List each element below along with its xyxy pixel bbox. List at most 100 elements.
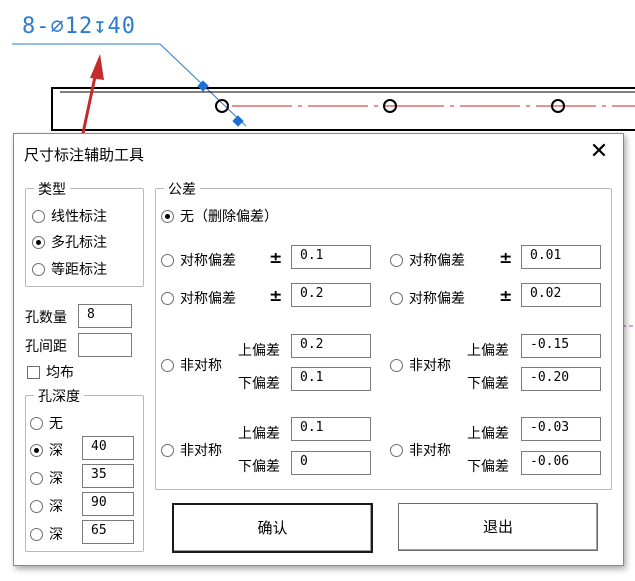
radio-icon[interactable]	[390, 443, 403, 457]
symmetric-option-3[interactable]: 对称偏差	[161, 288, 236, 308]
checkbox-icon[interactable]	[27, 365, 40, 379]
even-distribute-checkbox[interactable]: 均布	[27, 362, 74, 382]
asym-3-upper-input[interactable]: 0.1	[291, 417, 371, 441]
upper-deviation-label: 上偏差	[467, 343, 509, 359]
asym-3-lower-input[interactable]: 0	[291, 451, 371, 475]
plus-minus-symbol: ±	[499, 286, 513, 305]
plus-minus-symbol: ±	[269, 248, 283, 267]
asym-4-lower-input[interactable]: -0.06	[521, 451, 601, 475]
type-option-label: 线性标注	[51, 209, 107, 225]
annotation-arrow-head	[90, 54, 104, 80]
hole-marker	[215, 99, 229, 113]
radio-icon[interactable]	[32, 209, 45, 223]
asymmetric-label: 非对称	[409, 358, 451, 374]
lower-deviation-label: 下偏差	[467, 376, 509, 392]
hole-count-input[interactable]: 8	[78, 304, 132, 328]
radio-icon[interactable]	[30, 416, 43, 430]
symmetric-option-2[interactable]: 对称偏差	[390, 250, 465, 270]
depth-option-1[interactable]: 深	[30, 440, 63, 460]
asymmetric-option-2[interactable]: 非对称	[390, 355, 451, 375]
depth-group-title: 孔深度	[34, 386, 84, 406]
even-distribute-label: 均布	[46, 365, 74, 381]
radio-icon[interactable]	[161, 291, 174, 305]
symmetric-option-1[interactable]: 对称偏差	[161, 250, 236, 270]
depth-option-2[interactable]: 深	[30, 468, 63, 488]
symmetric-option-4[interactable]: 对称偏差	[390, 288, 465, 308]
depth-input-2[interactable]: 35	[82, 464, 134, 488]
lower-deviation-label: 下偏差	[238, 376, 280, 392]
radio-icon[interactable]	[390, 358, 403, 372]
close-button[interactable]: ✕	[585, 138, 613, 166]
exit-button[interactable]: 退出	[398, 503, 598, 551]
type-option-label: 多孔标注	[51, 235, 107, 251]
lower-deviation-label: 下偏差	[467, 459, 509, 475]
symmetric-label: 对称偏差	[180, 253, 236, 269]
upper-deviation-label: 上偏差	[467, 426, 509, 442]
radio-icon[interactable]	[390, 253, 403, 267]
radio-icon[interactable]	[30, 527, 43, 541]
tolerance-none-label: 无（删除偏差）	[180, 209, 278, 225]
asym-4-upper-input[interactable]: -0.03	[521, 417, 601, 441]
type-group-title: 类型	[34, 179, 70, 199]
radio-icon[interactable]	[30, 499, 43, 513]
type-option-linear[interactable]: 线性标注	[32, 206, 107, 226]
depth-input-1[interactable]: 40	[82, 436, 134, 460]
type-option-equidistant[interactable]: 等距标注	[32, 259, 107, 279]
symmetric-label: 对称偏差	[409, 253, 465, 269]
depth-input-3[interactable]: 90	[82, 492, 134, 516]
tolerance-group-title: 公差	[164, 179, 200, 199]
dimension-text[interactable]: 8-⌀12↧40	[22, 14, 136, 39]
asymmetric-option-3[interactable]: 非对称	[161, 440, 222, 460]
type-option-label: 等距标注	[51, 262, 107, 278]
depth-input-4[interactable]: 65	[82, 520, 134, 544]
asymmetric-label: 非对称	[180, 358, 222, 374]
radio-icon-selected[interactable]	[32, 235, 45, 249]
plus-minus-symbol: ±	[499, 248, 513, 267]
hole-spacing-input[interactable]	[78, 333, 132, 357]
upper-deviation-label: 上偏差	[238, 426, 280, 442]
asym-1-lower-input[interactable]: 0.1	[291, 367, 371, 391]
tolerance-option-none[interactable]: 无（删除偏差）	[161, 206, 278, 226]
symmetric-input-1[interactable]: 0.1	[291, 245, 371, 269]
asymmetric-option-4[interactable]: 非对称	[390, 440, 451, 460]
hole-spacing-label: 孔间距	[25, 339, 67, 355]
depth-none-label: 无	[49, 416, 63, 432]
radio-icon[interactable]	[161, 253, 174, 267]
grip-handle	[197, 80, 209, 92]
depth-option-none[interactable]: 无	[30, 413, 63, 433]
hole-count-label: 孔数量	[25, 310, 67, 326]
dimension-tool-dialog: 尺寸标注辅助工具 ✕ 类型 线性标注 多孔标注 等距标注 孔数量 8 孔间距 均…	[13, 133, 624, 566]
asymmetric-option-1[interactable]: 非对称	[161, 355, 222, 375]
part-outline	[51, 87, 635, 131]
radio-icon[interactable]	[161, 358, 174, 372]
symmetric-label: 对称偏差	[180, 291, 236, 307]
radio-icon[interactable]	[32, 262, 45, 276]
depth-deep-label: 深	[49, 443, 63, 459]
asymmetric-label: 非对称	[409, 443, 451, 459]
dialog-title: 尺寸标注辅助工具	[24, 146, 145, 164]
asymmetric-label: 非对称	[180, 443, 222, 459]
radio-icon[interactable]	[390, 291, 403, 305]
upper-deviation-label: 上偏差	[238, 343, 280, 359]
lower-deviation-label: 下偏差	[238, 459, 280, 475]
symmetric-input-2[interactable]: 0.01	[521, 245, 601, 269]
radio-icon-selected[interactable]	[30, 443, 43, 457]
depth-option-4[interactable]: 深	[30, 524, 63, 544]
asym-2-upper-input[interactable]: -0.15	[521, 334, 601, 358]
symmetric-input-4[interactable]: 0.02	[521, 283, 601, 307]
radio-icon[interactable]	[30, 471, 43, 485]
radio-icon-selected[interactable]	[161, 209, 174, 223]
confirm-button[interactable]: 确认	[172, 503, 373, 553]
symmetric-label: 对称偏差	[409, 291, 465, 307]
depth-deep-label: 深	[49, 527, 63, 543]
grip-handle	[232, 115, 244, 127]
asym-1-upper-input[interactable]: 0.2	[291, 334, 371, 358]
plus-minus-symbol: ±	[269, 286, 283, 305]
depth-option-3[interactable]: 深	[30, 496, 63, 516]
radio-icon[interactable]	[161, 443, 174, 457]
symmetric-input-3[interactable]: 0.2	[291, 283, 371, 307]
depth-deep-label: 深	[49, 499, 63, 515]
depth-deep-label: 深	[49, 471, 63, 487]
asym-2-lower-input[interactable]: -0.20	[521, 367, 601, 391]
type-option-multi-hole[interactable]: 多孔标注	[32, 232, 107, 252]
